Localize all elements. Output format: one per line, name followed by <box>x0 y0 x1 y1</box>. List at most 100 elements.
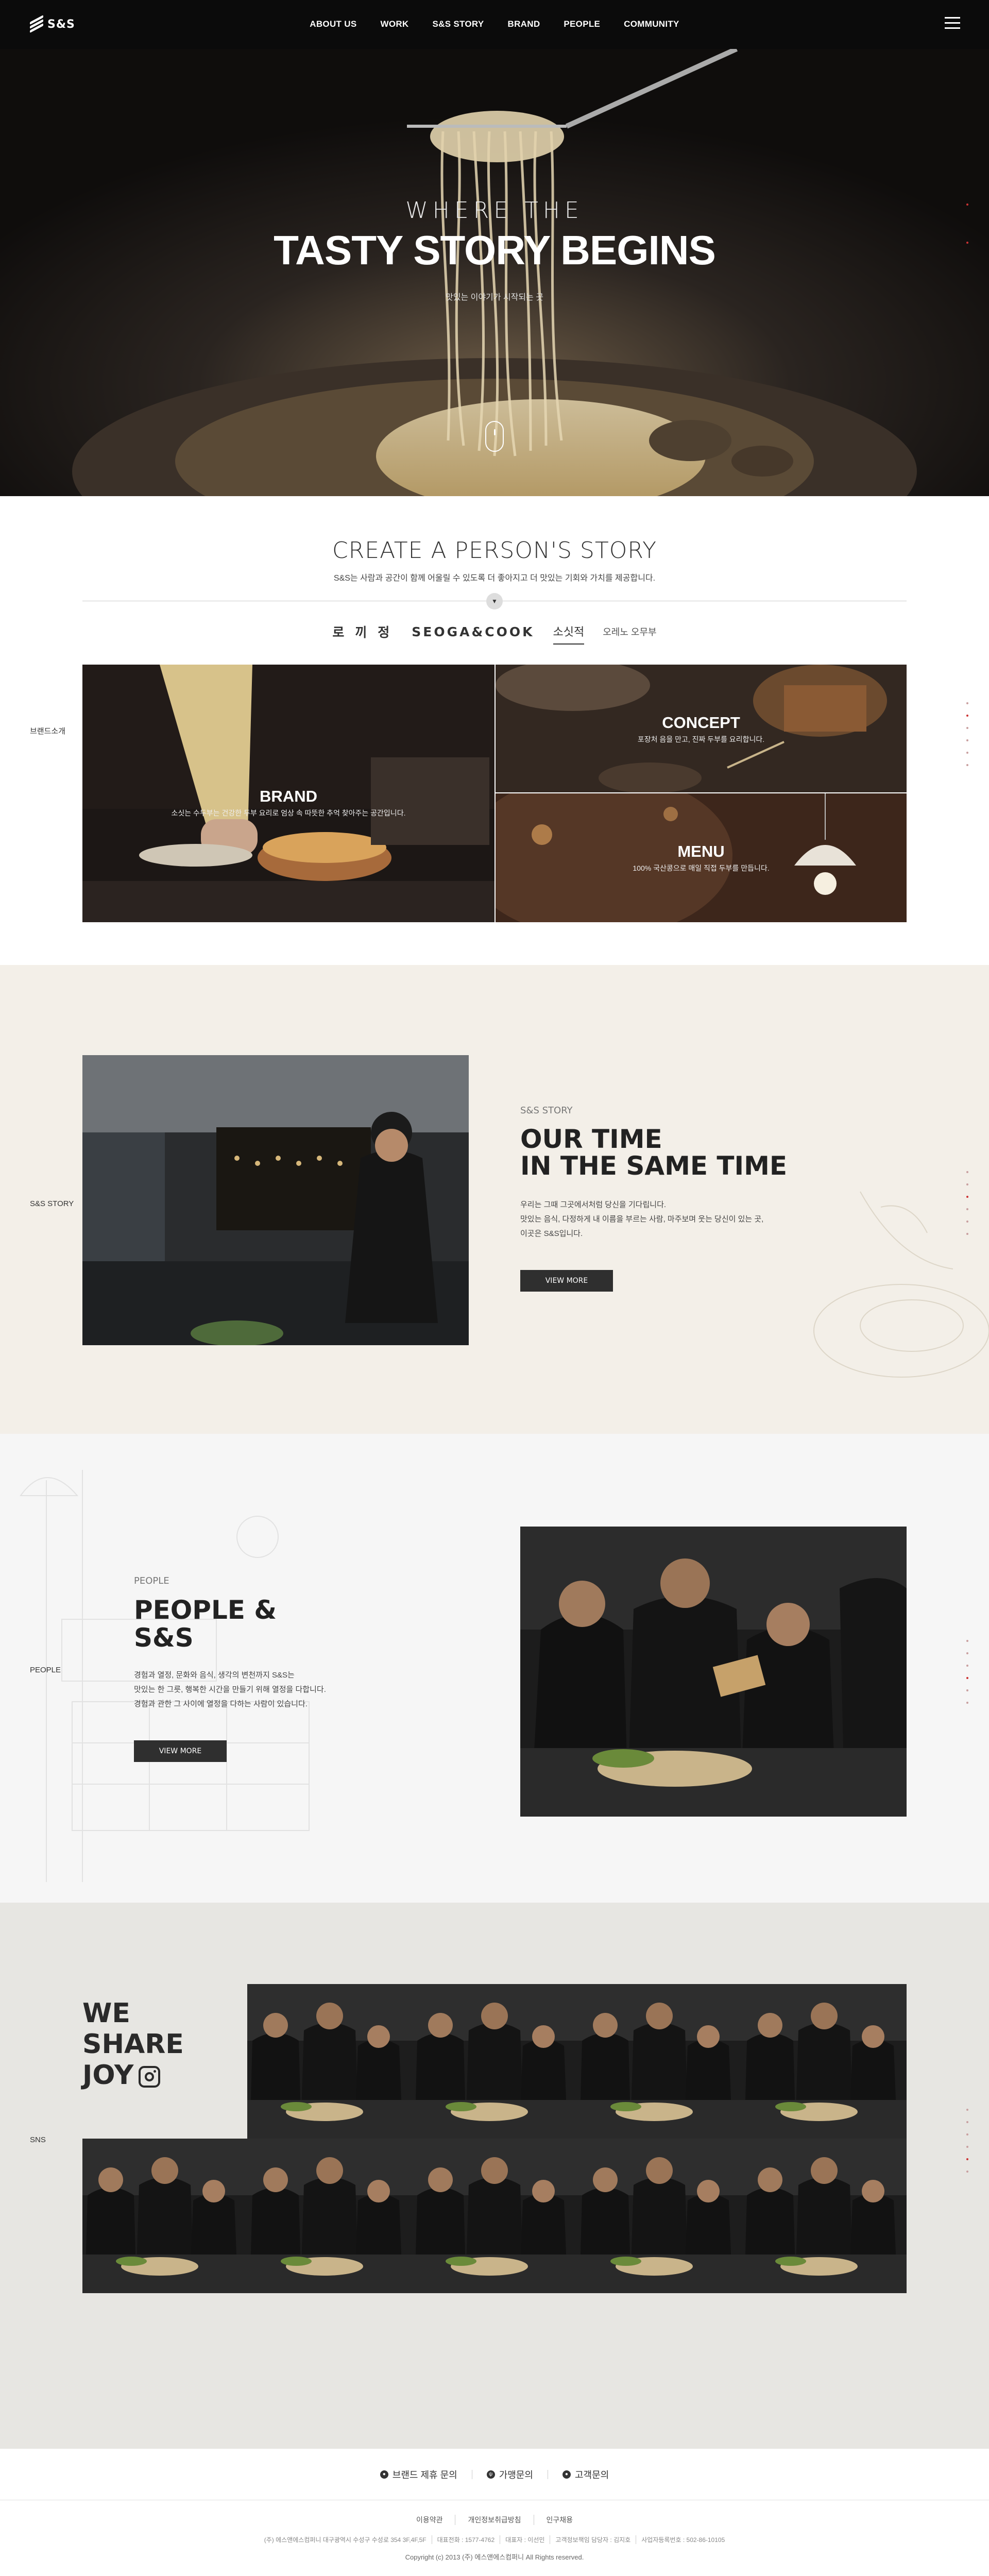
sns-title: WE SHARE JOY <box>82 1998 184 2091</box>
tile-menu-title: MENU <box>677 842 725 860</box>
brand-tabs: 로 끼 정 SEOGA&COOK 소싯적 오레노 오무부 <box>0 622 989 645</box>
story-text-line2: 맛있는 음식, 다정하게 내 이름을 부르는 사람, 마주보며 웃는 당신이 있… <box>520 1215 764 1224</box>
people-title-line2: S&S <box>134 1623 194 1653</box>
footer-ceo: 대표자 : 이선민 <box>500 2535 551 2544</box>
footer-contact-bar: ● 브랜드 제휴 문의 ψ 가맹문의 ● 고객문의 <box>0 2449 989 2500</box>
franchise-inquiry-link[interactable]: ψ 가맹문의 <box>472 2468 548 2481</box>
customer-inquiry-link[interactable]: ● 고객문의 <box>548 2468 623 2481</box>
scroll-mouse-icon[interactable] <box>485 421 504 452</box>
side-label-people: PEOPLE <box>30 1666 61 1674</box>
people-title: PEOPLE & S&S <box>134 1596 277 1652</box>
story-text: 우리는 그때 그곳에서처럼 당신을 기다립니다. 맛있는 음식, 다정하게 내 … <box>520 1198 763 1241</box>
side-label-ss-story: S&S STORY <box>30 1199 74 1208</box>
tile-concept-desc: 포장처 음을 만고, 진짜 두부를 요리합니다. <box>637 735 765 743</box>
sns-thumbnail[interactable] <box>577 1984 742 2139</box>
sns-thumbnail[interactable] <box>412 2139 577 2293</box>
nav-ss-story[interactable]: S&S STORY <box>421 19 496 29</box>
tile-brand-desc: 소싯는 수두부는 건강한 두부 요리로 엄상 속 따뜻한 추억 찾아주는 공간입… <box>171 809 406 817</box>
tile-concept-title: CONCEPT <box>662 714 740 732</box>
sns-title-line1: WE <box>82 1998 130 2029</box>
nav-about-us[interactable]: ABOUT US <box>298 19 368 29</box>
site-footer: ● 브랜드 제휴 문의 ψ 가맹문의 ● 고객문의 이용약관 개인정보취급방침 인구채… <box>0 2449 989 2576</box>
sns-title-line3-wrap: JOY <box>82 2060 184 2091</box>
story-text-line3: 이곳은 S&S입니다. <box>520 1229 583 1238</box>
tile-menu[interactable]: MENU 100% 국산콩으로 매일 직접 두부를 만듭니다. <box>496 793 907 922</box>
brand-tile-grid: BRAND 소싯는 수두부는 건강한 두부 요리로 엄상 속 따뜻한 추억 찾아… <box>82 665 907 922</box>
chef-kitchen-image <box>82 1055 469 1345</box>
footer-business-number: 사업자등록번호 : 502-86-10105 <box>641 2536 725 2544</box>
users-icon: ● <box>562 2470 571 2479</box>
section-nav-dots[interactable] <box>966 702 968 776</box>
people-title-line1: PEOPLE & <box>134 1595 277 1625</box>
story-text-line1: 우리는 그때 그곳에서처럼 당신을 기다립니다. <box>520 1200 667 1209</box>
people-text-line3: 경험과 관한 그 사이에 열정을 다하는 사람이 있습니다. <box>134 1700 308 1708</box>
sns-thumbnail[interactable] <box>577 2139 742 2293</box>
footer-address: (주) 에스앤에스컴퍼니 대구광역시 수성구 수성로 354 3F,4F,5F <box>259 2535 432 2544</box>
nav-community[interactable]: COMMUNITY <box>612 19 691 29</box>
people-text-line1: 경험과 열정, 문화와 음식, 생각의 변천까지 S&S는 <box>134 1671 295 1680</box>
story-title-line2: IN THE SAME TIME <box>520 1151 788 1181</box>
sns-section: SNS WE SHARE JOY <box>0 1903 989 2449</box>
section-nav-dots[interactable] <box>966 2109 968 2183</box>
sns-thumbnail[interactable] <box>247 2139 412 2293</box>
sns-thumbnail[interactable] <box>742 2139 907 2293</box>
nav-work[interactable]: WORK <box>368 19 420 29</box>
tile-concept[interactable]: CONCEPT 포장처 음을 만고, 진짜 두부를 요리합니다. <box>496 665 907 792</box>
people-text: 경험과 열정, 문화와 음식, 생각의 변천까지 S&S는 맛있는 한 그릇, … <box>134 1668 326 1711</box>
tab-rokkijung[interactable]: 로 끼 정 <box>332 622 393 645</box>
chat-icon: ● <box>380 2470 388 2479</box>
instagram-icon[interactable] <box>139 2066 161 2088</box>
hero-title: TASTY STORY BEGINS <box>274 227 716 273</box>
sns-thumbnail[interactable] <box>82 2139 247 2293</box>
chevron-down-icon[interactable]: ▼ <box>486 593 503 609</box>
sns-title-line2: SHARE <box>82 2029 184 2060</box>
ss-story-section: S&S STORY S&S STORY OUR TIME IN THE SAME… <box>0 965 989 1434</box>
side-label-sns: SNS <box>30 2136 46 2144</box>
sns-thumbnail[interactable] <box>412 1984 577 2139</box>
people-view-more-button[interactable]: VIEW MORE <box>134 1740 227 1762</box>
nav-brand[interactable]: BRAND <box>496 19 552 29</box>
footer-copyright: Copyright (c) 2013 (주) 에스앤에스컴퍼니 All Righ… <box>405 2553 584 2561</box>
brand-partnership-label: 브랜드 제휴 문의 <box>392 2469 457 2480</box>
people-text-line2: 맛있는 한 그릇, 행복한 시간을 만들기 위해 열정을 다합니다. <box>134 1685 326 1694</box>
privacy-link[interactable]: 개인정보취급방침 <box>455 2515 534 2525</box>
sns-photo-grid <box>82 1984 907 2293</box>
sns-title-line3: JOY <box>82 2060 134 2091</box>
nav-people[interactable]: PEOPLE <box>552 19 612 29</box>
main-nav: ABOUT US WORK S&S STORY BRAND PEOPLE COM… <box>0 19 989 29</box>
tab-seoga-cook[interactable]: SEOGA&COOK <box>412 624 534 643</box>
page: S&S ABOUT US WORK S&S STORY BRAND PEOPLE… <box>0 0 989 2576</box>
terms-link[interactable]: 이용약관 <box>404 2515 456 2525</box>
intro-title: CREATE A PERSON'S STORY <box>332 537 657 564</box>
footer-privacy-officer: 고객정보책임 담당자 : 김지호 <box>550 2535 637 2544</box>
sns-thumbnail[interactable] <box>742 1984 907 2139</box>
section-nav-dots[interactable] <box>966 1171 968 1245</box>
hero-section: WHERE THE TASTY STORY BEGINS 맛있는 이야기가 시작… <box>0 49 989 496</box>
sns-thumbnail[interactable] <box>247 1984 412 2139</box>
customer-inquiry-label: 고객문의 <box>574 2469 609 2480</box>
tab-sosijeok[interactable]: 소싯적 <box>553 623 585 645</box>
story-title: OUR TIME IN THE SAME TIME <box>520 1126 787 1179</box>
decorative-sketch <box>813 1191 989 1378</box>
brand-partnership-link[interactable]: ● 브랜드 제휴 문의 <box>366 2468 472 2481</box>
recruit-link[interactable]: 인구채용 <box>534 2515 586 2525</box>
tile-brand[interactable]: BRAND 소싯는 수두부는 건강한 두부 요리로 엄상 속 따뜻한 추억 찾아… <box>82 665 494 922</box>
chefs-team-image <box>520 1527 907 1817</box>
fork-knife-icon: ψ <box>486 2470 495 2479</box>
story-view-more-button[interactable]: VIEW MORE <box>520 1270 613 1292</box>
tile-menu-desc: 100% 국산콩으로 매일 직접 두부를 만듭니다. <box>633 864 770 872</box>
footer-company-info: (주) 에스앤에스컴퍼니 대구광역시 수성구 수성로 354 3F,4F,5F … <box>0 2535 989 2544</box>
hero-subtitle: WHERE THE <box>405 197 584 224</box>
brand-intro-section: CREATE A PERSON'S STORY S&S는 사람과 공간이 함께 … <box>0 496 989 965</box>
site-header: S&S ABOUT US WORK S&S STORY BRAND PEOPLE… <box>0 0 989 49</box>
side-label-brand: 브랜드소개 <box>30 727 66 736</box>
story-subtitle: S&S STORY <box>520 1105 573 1116</box>
hero-description: 맛있는 이야기가 시작되는 곳 <box>446 293 543 302</box>
tab-oreno-omubu[interactable]: 오레노 오무부 <box>603 625 656 642</box>
section-nav-dots[interactable] <box>966 1640 968 1714</box>
people-subtitle: PEOPLE <box>134 1575 169 1586</box>
story-title-line1: OUR TIME <box>520 1124 662 1154</box>
menu-hamburger-icon[interactable] <box>945 17 960 29</box>
people-section: PEOPLE PEOPLE PEOPLE & S&S 경험과 열정, 문화와 음… <box>0 1434 989 1903</box>
footer-links: 이용약관 개인정보취급방침 인구채용 <box>0 2515 989 2525</box>
